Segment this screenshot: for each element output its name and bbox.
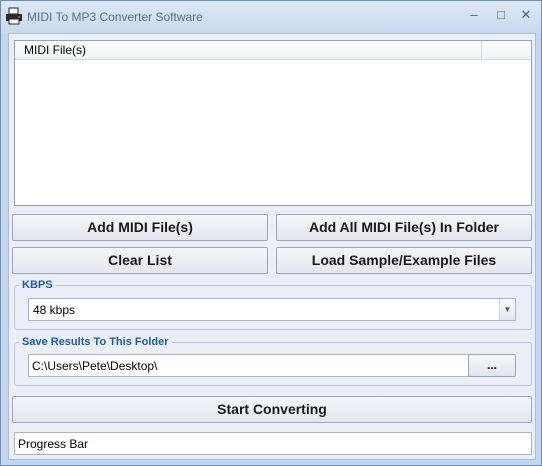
kbps-label: KBPS [19,279,56,291]
column-header-midi-files[interactable]: MIDI File(s) [15,41,482,59]
browse-button[interactable]: ... [468,354,516,377]
client-area: MIDI File(s) Add MIDI File(s) Add All MI… [8,33,536,460]
kbps-selected-value: 48 kbps [33,303,76,317]
output-folder-field[interactable]: C:\Users\Pete\Desktop\ [28,354,469,377]
output-folder-label: Save Results To This Folder [19,336,172,348]
window-title: MIDI To MP3 Converter Software [27,10,203,24]
progress-bar-label: Progress Bar [18,437,89,451]
add-midi-files-button[interactable]: Add MIDI File(s) [12,214,268,241]
load-samples-button[interactable]: Load Sample/Example Files [276,247,532,274]
app-window: MIDI To MP3 Converter Software – □ ✕ MID… [0,0,542,466]
midi-file-list[interactable]: MIDI File(s) [14,40,532,206]
list-header: MIDI File(s) [15,41,531,60]
minimize-button[interactable]: – [462,5,486,25]
output-folder-path: C:\Users\Pete\Desktop\ [32,359,158,373]
close-button[interactable]: ✕ [514,5,538,25]
title-bar[interactable]: MIDI To MP3 Converter Software – □ ✕ [1,1,541,33]
printer-icon[interactable] [5,7,23,25]
clear-list-button[interactable]: Clear List [12,247,268,274]
start-converting-button[interactable]: Start Converting [12,396,532,423]
add-folder-button[interactable]: Add All MIDI File(s) In Folder [276,214,532,241]
kbps-select[interactable]: 48 kbps ▼ [28,298,516,321]
chevron-down-icon[interactable]: ▼ [499,299,515,320]
progress-bar: Progress Bar [14,432,532,455]
maximize-button[interactable]: □ [489,5,513,25]
